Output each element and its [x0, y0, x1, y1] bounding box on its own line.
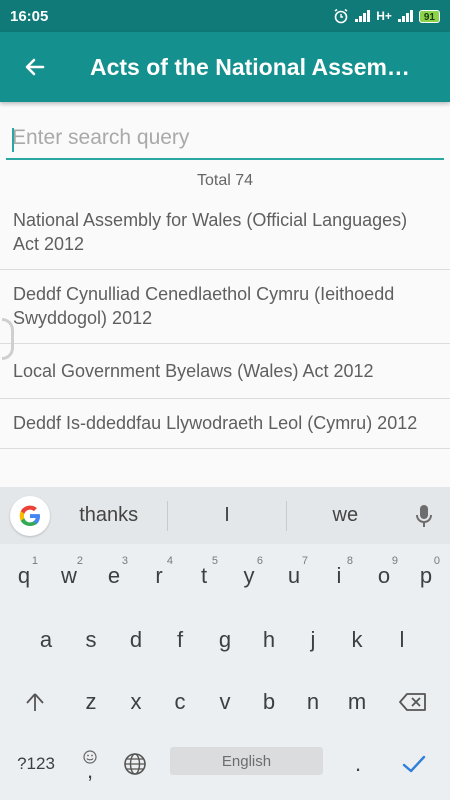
backspace-icon: [399, 693, 426, 711]
key-row-4: ?123 , English .: [0, 739, 450, 795]
key-label: i: [336, 563, 342, 588]
key-label: w: [61, 563, 77, 588]
key-w[interactable]: w2: [47, 551, 91, 601]
key-k[interactable]: k: [335, 615, 379, 665]
key-h[interactable]: h: [247, 615, 291, 665]
page-title: Acts of the National Assem…: [90, 53, 410, 80]
scroll-handle[interactable]: [2, 318, 14, 360]
emoji-comma-key[interactable]: ,: [68, 739, 112, 789]
key-label: e: [107, 563, 121, 588]
key-e[interactable]: e3: [92, 551, 136, 601]
text-cursor: [12, 128, 14, 152]
key-label: q: [17, 563, 31, 588]
key-m[interactable]: m: [335, 677, 379, 727]
battery-icon: 91: [418, 9, 440, 23]
key-t[interactable]: t5: [182, 551, 226, 601]
list-item[interactable]: National Assembly for Wales (Official La…: [0, 196, 450, 270]
globe-icon: [124, 753, 146, 775]
key-d[interactable]: d: [114, 615, 158, 665]
key-row-3: z x c v b n m: [0, 677, 450, 733]
done-key[interactable]: [390, 739, 438, 789]
backspace-key[interactable]: [388, 677, 438, 727]
suggestion-bar: thanks I we: [0, 487, 450, 544]
key-row-1: q1 w2 e3 r4 t5 y6 u7 i8 o9 p0: [0, 551, 450, 607]
key-label: t: [200, 563, 208, 588]
key-g[interactable]: g: [203, 615, 247, 665]
status-bar: 16:05 H+ 91: [0, 0, 450, 32]
key-v[interactable]: v: [203, 677, 247, 727]
key-hint: 0: [433, 555, 440, 567]
arrow-back-icon: [25, 58, 45, 76]
signal-icon-2: [397, 10, 413, 22]
google-icon[interactable]: [10, 495, 50, 536]
key-n[interactable]: n: [291, 677, 335, 727]
status-icons: H+ 91: [333, 8, 440, 24]
key-label: p: [419, 563, 433, 588]
suggestion-1[interactable]: thanks: [50, 504, 167, 527]
key-hint: 8: [346, 555, 353, 567]
period-key[interactable]: .: [336, 739, 380, 789]
key-hint: 4: [166, 555, 173, 567]
keyboard: thanks I we q1 w2 e3 r4 t5 y6 u7 i8 o9 p…: [0, 487, 450, 800]
key-label: o: [377, 563, 391, 588]
app-bar: Acts of the National Assem…: [0, 32, 450, 102]
key-l[interactable]: l: [380, 615, 424, 665]
shift-key[interactable]: [10, 677, 60, 727]
comma-label: ,: [86, 758, 94, 783]
key-row-2: a s d f g h j k l: [0, 615, 450, 671]
back-button[interactable]: [0, 32, 70, 102]
status-time: 16:05: [10, 7, 49, 25]
key-y[interactable]: y6: [227, 551, 271, 601]
space-key[interactable]: English: [170, 747, 323, 775]
symbols-key[interactable]: ?123: [6, 739, 66, 789]
mic-icon[interactable]: [404, 504, 444, 528]
result-count: Total 74: [196, 172, 254, 189]
key-p[interactable]: p0: [404, 551, 448, 601]
network-type: H+: [376, 9, 392, 23]
key-hint: 3: [121, 555, 128, 567]
key-f[interactable]: f: [158, 615, 202, 665]
suggestion-3[interactable]: we: [287, 504, 404, 527]
signal-icon: [355, 10, 371, 22]
list-item[interactable]: Deddf Cynulliad Cenedlaethol Cymru (Ieit…: [0, 270, 450, 344]
key-label: y: [243, 563, 255, 588]
key-hint: 9: [391, 555, 398, 567]
shift-icon: [26, 693, 44, 711]
key-hint: 6: [256, 555, 263, 567]
key-r[interactable]: r4: [137, 551, 181, 601]
key-c[interactable]: c: [158, 677, 202, 727]
search-field[interactable]: [6, 120, 444, 160]
key-z[interactable]: z: [69, 677, 113, 727]
key-hint: 5: [211, 555, 218, 567]
key-hint: 2: [76, 555, 83, 567]
key-u[interactable]: u7: [272, 551, 316, 601]
acts-list: National Assembly for Wales (Official La…: [0, 196, 450, 449]
key-x[interactable]: x: [114, 677, 158, 727]
screen: 16:05 H+ 91 Acts of the National Assem… …: [0, 0, 450, 800]
key-q[interactable]: q1: [2, 551, 46, 601]
key-b[interactable]: b: [247, 677, 291, 727]
list-item[interactable]: Local Government Byelaws (Wales) Act 201…: [0, 344, 450, 399]
key-i[interactable]: i8: [317, 551, 361, 601]
key-hint: 7: [301, 555, 308, 567]
list-item[interactable]: Deddf Is-ddeddfau Llywodraeth Leol (Cymr…: [0, 399, 450, 449]
alarm-icon: [334, 8, 348, 24]
language-key[interactable]: [113, 739, 157, 789]
key-a[interactable]: a: [24, 615, 68, 665]
key-s[interactable]: s: [69, 615, 113, 665]
key-hint: 1: [31, 555, 38, 567]
key-label: u: [287, 563, 301, 588]
check-icon: [402, 755, 426, 773]
search-input[interactable]: [6, 120, 444, 156]
key-label: r: [155, 563, 163, 588]
suggestion-2[interactable]: I: [168, 504, 285, 527]
key-o[interactable]: o9: [362, 551, 406, 601]
key-j[interactable]: j: [291, 615, 335, 665]
